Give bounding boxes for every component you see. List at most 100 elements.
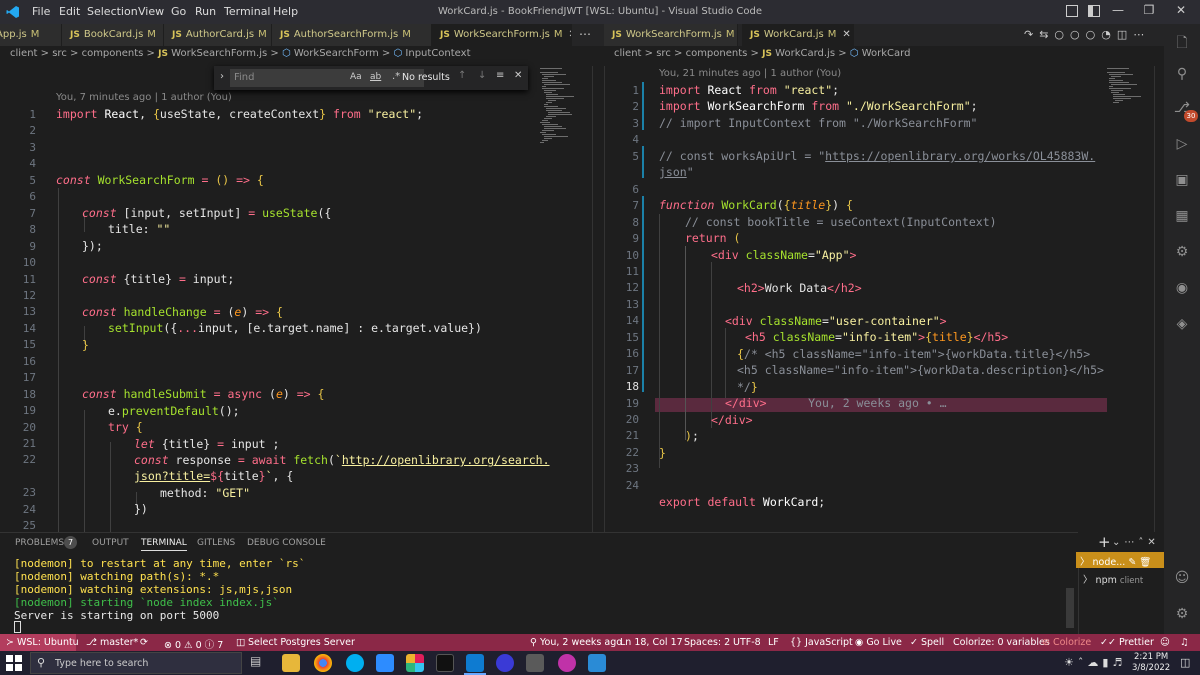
tab-bookcard-js[interactable]: JS BookCard.js M: [62, 24, 164, 46]
terminal-scrollbar[interactable]: [1066, 588, 1074, 628]
extensions-icon[interactable]: ▦: [1172, 208, 1192, 228]
feedback-icon[interactable]: ☺: [1160, 637, 1170, 648]
tab-worksearchform-js-right[interactable]: JS WorkSearchForm.js M: [604, 24, 738, 46]
panel-actions[interactable]: ⌄⋯˄✕: [1112, 537, 1160, 548]
breadcrumb-item[interactable]: client: [614, 48, 641, 59]
right-editor[interactable]: You, 21 minutes ago | 1 author (You) 123…: [604, 66, 1164, 532]
breadcrumb-symbol[interactable]: WorkCard: [862, 48, 911, 59]
layout-icon[interactable]: [1066, 5, 1078, 17]
branch-indicator[interactable]: ⎇ master*: [86, 637, 138, 648]
inline-blame[interactable]: You, 2 weeks ago • …: [808, 396, 946, 410]
close-find-icon[interactable]: ✕: [514, 70, 522, 81]
breadcrumb-file[interactable]: WorkSearchForm.js: [171, 48, 267, 59]
go-live-button[interactable]: ◉ Go Live: [855, 637, 902, 648]
regex-icon[interactable]: .*: [392, 71, 400, 82]
breadcrumb-symbol[interactable]: WorkSearchForm: [294, 48, 379, 59]
find-in-selection-icon[interactable]: ≡: [496, 70, 504, 81]
spell-check[interactable]: ✓ Spell: [910, 637, 944, 648]
breadcrumb-item[interactable]: components: [686, 48, 748, 59]
menu-help[interactable]: Help: [273, 5, 298, 18]
menu-run[interactable]: Run: [195, 5, 216, 18]
tab-terminal[interactable]: TERMINAL: [141, 538, 187, 551]
gitlens-icon[interactable]: ◉: [1172, 280, 1192, 300]
remote-indicator[interactable]: ≻ WSL: Ubuntu: [6, 637, 79, 648]
git-blame-status[interactable]: ⚲ You, 2 weeks ago: [530, 637, 622, 648]
match-case-icon[interactable]: Aa: [350, 72, 362, 82]
match-word-icon[interactable]: ab: [370, 72, 381, 82]
tab-authorcard-js[interactable]: JS AuthorCard.js M: [164, 24, 272, 46]
system-tray-icons[interactable]: ☀ˆ☁▮♬: [1064, 656, 1126, 669]
search-icon[interactable]: ⚲: [1172, 66, 1192, 86]
close-tab-icon[interactable]: ✕: [842, 29, 850, 40]
toggle-replace-icon[interactable]: ›: [220, 71, 224, 82]
breadcrumb-symbol[interactable]: InputContext: [405, 48, 470, 59]
app-icon[interactable]: [496, 654, 514, 672]
colorize-toggle[interactable]: ⊘ Colorize: [1042, 637, 1091, 648]
tab-problems[interactable]: PROBLEMS: [15, 538, 64, 548]
account-icon[interactable]: ☺: [1172, 570, 1192, 590]
breadcrumb-item[interactable]: src: [656, 48, 671, 59]
tab-app-js[interactable]: App.jsM: [0, 24, 62, 46]
menu-view[interactable]: View: [138, 5, 164, 18]
slack-icon[interactable]: [406, 654, 424, 672]
breadcrumb-file[interactable]: WorkCard.js: [775, 48, 835, 59]
app-icon[interactable]: [558, 654, 576, 672]
explorer-icon[interactable]: 🗋: [1172, 32, 1192, 52]
next-match-icon[interactable]: ↓: [478, 70, 486, 81]
cursor-position[interactable]: Ln 18, Col 17: [620, 637, 683, 648]
tab-authorsearchform-js[interactable]: JS AuthorSearchForm.js M: [272, 24, 432, 46]
zoom-icon[interactable]: [376, 654, 394, 672]
skype-icon[interactable]: [346, 654, 364, 672]
python-icon[interactable]: ◈: [1172, 316, 1192, 336]
restore-button[interactable]: ❐: [1138, 3, 1160, 21]
file-explorer-icon[interactable]: [282, 654, 300, 672]
menu-go[interactable]: Go: [171, 5, 186, 18]
app-icon[interactable]: [588, 654, 606, 672]
language-mode[interactable]: {} JavaScript: [790, 637, 853, 648]
menu-file[interactable]: File: [32, 5, 50, 18]
sync-icon[interactable]: ⟳: [140, 637, 148, 648]
settings-gear-icon[interactable]: ⚙: [1172, 606, 1192, 626]
prettier-status[interactable]: ✓✓ Prettier: [1100, 637, 1154, 648]
terminal-item-node[interactable]: 〉 node... ✎ 🗑: [1076, 552, 1164, 568]
scrollbar[interactable]: [1154, 66, 1164, 532]
end-of-line[interactable]: LF: [768, 637, 779, 648]
notifications-bell-icon[interactable]: ♫: [1180, 637, 1189, 648]
find-input[interactable]: Find Aa ab .*: [230, 69, 424, 87]
tab-debug-console[interactable]: DEBUG CONSOLE: [247, 538, 326, 548]
terminal-app-icon[interactable]: [436, 654, 454, 672]
tab-worksearchform-js[interactable]: JSWorkSearchForm.jsM✕: [432, 24, 572, 46]
windows-start-icon[interactable]: [6, 655, 22, 671]
breadcrumb-item[interactable]: components: [82, 48, 144, 59]
left-editor[interactable]: You, 7 minutes ago | 1 author (You) 1234…: [0, 66, 604, 532]
tab-output[interactable]: OUTPUT: [92, 538, 129, 548]
taskbar-search-box[interactable]: ⚲ Type here to search: [30, 652, 242, 674]
testing-icon[interactable]: ⚙: [1172, 244, 1192, 264]
more-actions-icon[interactable]: ⋯: [579, 27, 591, 41]
app-icon[interactable]: [526, 654, 544, 672]
remote-explorer-icon[interactable]: ▣: [1172, 172, 1192, 192]
postgres-selector[interactable]: ◫ Select Postgres Server: [236, 637, 355, 648]
breadcrumb-item[interactable]: client: [10, 48, 37, 59]
problems-indicator[interactable]: ⊗ 0 ⚠ 0 ⓘ 7: [164, 637, 223, 651]
clock-time[interactable]: 2:21 PM: [1134, 652, 1168, 662]
tab-workcard-js[interactable]: JS WorkCard.js M ✕: [742, 24, 854, 46]
terminal[interactable]: [nodemon] to restart at any time, enter …: [0, 552, 1078, 634]
codelens-blame[interactable]: You, 21 minutes ago | 1 author (You): [659, 68, 841, 79]
clock-date[interactable]: 3/8/2022: [1132, 663, 1170, 673]
vscode-taskbar-icon[interactable]: [466, 654, 484, 672]
new-terminal-button[interactable]: +: [1098, 533, 1111, 551]
previous-match-icon[interactable]: ↑: [458, 70, 466, 81]
scrollbar[interactable]: [592, 66, 604, 532]
encoding[interactable]: UTF-8: [733, 637, 761, 648]
notification-center-icon[interactable]: ◫: [1180, 656, 1190, 669]
editor-actions[interactable]: ↷⇆○○○◔◫⋯: [1024, 28, 1150, 41]
minimize-button[interactable]: —: [1107, 3, 1129, 21]
colorize-status[interactable]: Colorize: 0 variables: [953, 637, 1050, 648]
layout-split-icon[interactable]: [1088, 5, 1100, 17]
task-view-icon[interactable]: ▤: [250, 654, 268, 672]
tab-gitlens[interactable]: GITLENS: [197, 538, 235, 548]
run-debug-icon[interactable]: ▷: [1172, 136, 1192, 156]
menu-edit[interactable]: Edit: [59, 5, 80, 18]
minimap[interactable]: [538, 66, 588, 156]
